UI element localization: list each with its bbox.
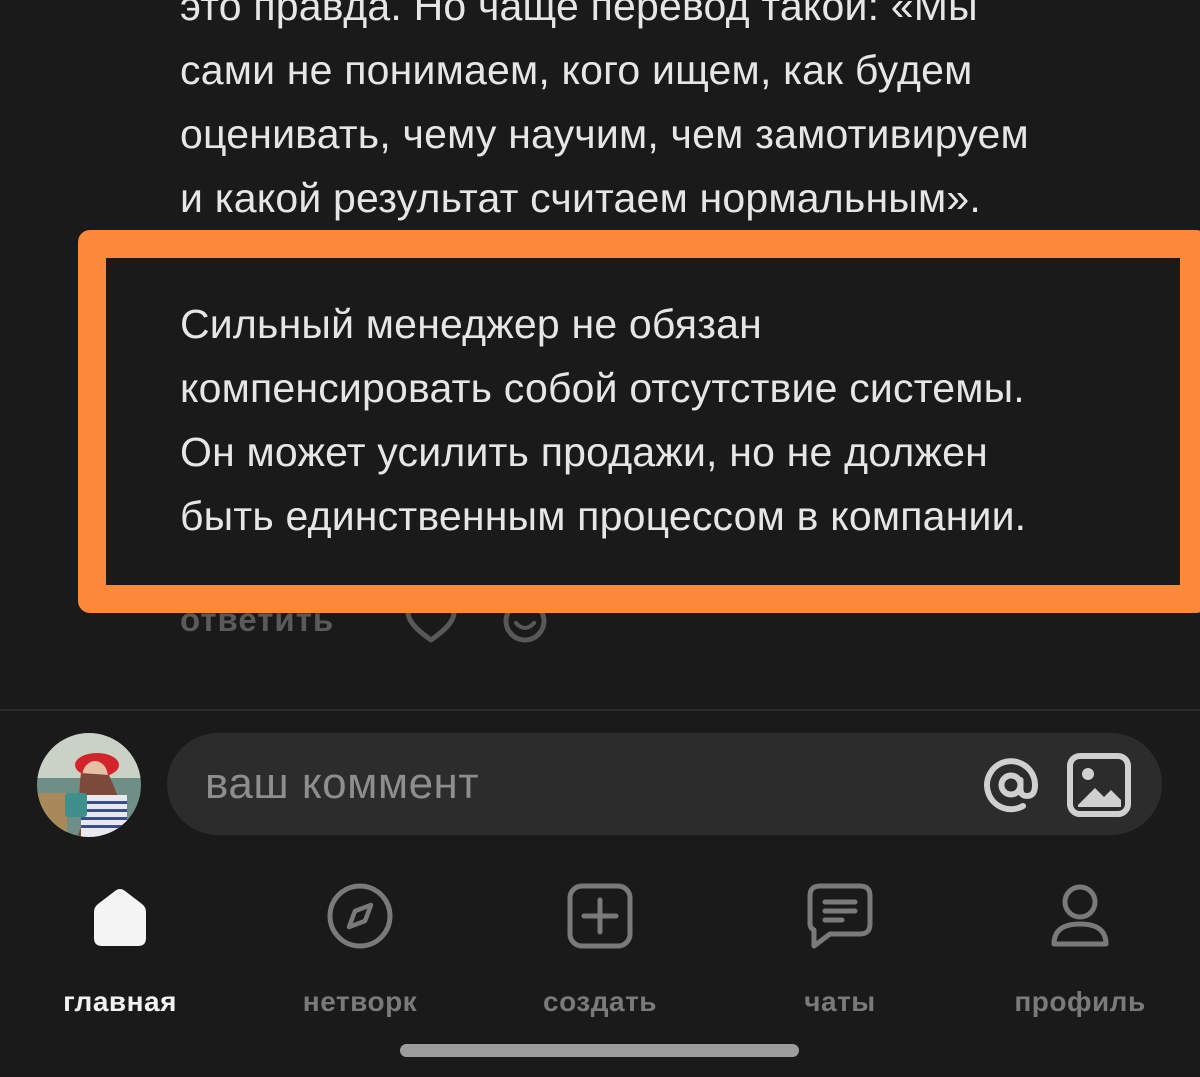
nav-create[interactable]: создать xyxy=(480,880,720,1020)
plus-square-icon xyxy=(564,880,636,952)
compass-icon xyxy=(324,880,396,952)
nav-home-label: главная xyxy=(63,986,177,1017)
chat-icon xyxy=(804,880,876,952)
nav-chats-label: чаты xyxy=(804,986,876,1017)
smile-icon[interactable] xyxy=(502,598,548,644)
reply-link[interactable]: ответить xyxy=(180,601,334,639)
comment-paragraph-1: это правда. Но чаще перевод такой: «Мы с… xyxy=(180,0,1029,221)
comment-thread-screen: это правда. Но чаще перевод такой: «Мы с… xyxy=(0,0,1200,1077)
comment-input[interactable]: ваш коммент xyxy=(167,733,1162,835)
comment-paragraph-2: Сильный менеджер не обязан компенсироват… xyxy=(180,301,1027,539)
nav-network[interactable]: нетворк xyxy=(240,880,480,1020)
avatar[interactable] xyxy=(37,733,141,837)
nav-profile[interactable]: профиль xyxy=(960,880,1200,1020)
nav-network-label: нетворк xyxy=(302,986,418,1017)
image-icon[interactable] xyxy=(1066,752,1132,818)
nav-profile-label: профиль xyxy=(1014,986,1146,1017)
home-icon xyxy=(84,880,156,952)
nav-create-label: создать xyxy=(543,986,657,1017)
comment-input-placeholder: ваш коммент xyxy=(205,759,480,808)
nav-chats[interactable]: чаты xyxy=(720,880,960,1020)
divider xyxy=(0,709,1200,711)
home-indicator[interactable] xyxy=(400,1044,799,1057)
at-icon[interactable] xyxy=(978,752,1044,818)
nav-home[interactable]: главная xyxy=(0,880,240,1020)
person-icon xyxy=(1044,880,1116,952)
heart-icon[interactable] xyxy=(404,598,458,644)
comment-text: это правда. Но чаще перевод такой: «Мы с… xyxy=(180,0,1180,548)
comment-actions: ответить xyxy=(180,596,580,644)
